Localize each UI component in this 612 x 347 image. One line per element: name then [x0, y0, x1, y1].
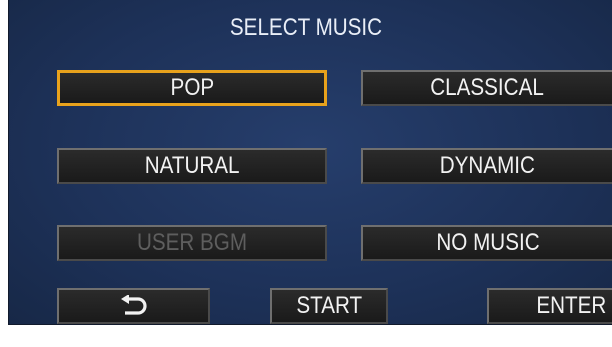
- option-dynamic-button[interactable]: DYNAMIC: [361, 148, 612, 184]
- option-no-music-label: NO MUSIC: [435, 229, 540, 256]
- option-pop-button[interactable]: POP: [57, 70, 327, 106]
- return-button[interactable]: [57, 288, 210, 324]
- option-user-bgm-button: USER BGM: [57, 225, 327, 261]
- start-button[interactable]: START: [270, 288, 388, 324]
- enter-label: ENTER: [536, 292, 606, 319]
- start-label: START: [296, 292, 362, 319]
- option-dynamic-label: DYNAMIC: [439, 152, 536, 179]
- option-pop-label: POP: [170, 74, 214, 101]
- option-natural-label: NATURAL: [144, 152, 240, 179]
- screen-title: SELECT MUSIC: [229, 14, 383, 41]
- option-classical-label: CLASSICAL: [430, 74, 545, 101]
- option-natural-button[interactable]: NATURAL: [57, 148, 327, 184]
- return-arrow-icon: [119, 294, 149, 326]
- option-classical-button[interactable]: CLASSICAL: [361, 70, 612, 106]
- option-no-music-button[interactable]: NO MUSIC: [361, 225, 612, 261]
- option-user-bgm-label: USER BGM: [136, 229, 248, 256]
- camera-lcd-screen: SELECT MUSIC POP CLASSICAL NATURAL DYNAM…: [0, 0, 612, 347]
- enter-button[interactable]: ENTER: [487, 288, 612, 324]
